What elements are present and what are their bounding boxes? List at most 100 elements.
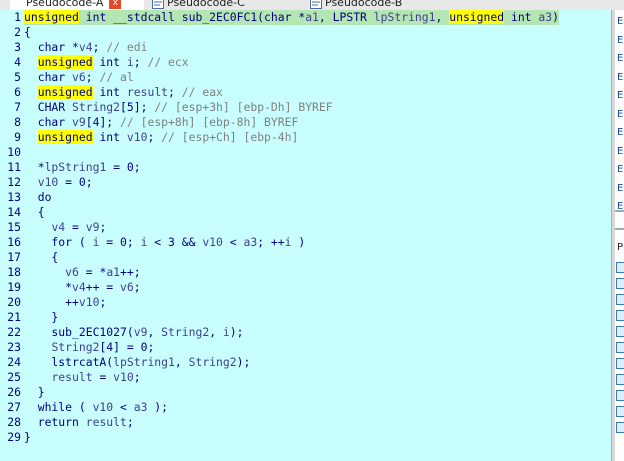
code-text: *lpString1 = 0; <box>24 160 141 174</box>
side-panel: EEEEEEEEEEE P <box>615 10 624 461</box>
code-line[interactable]: 6 unsigned int result; // eax <box>0 85 223 100</box>
tab-bar: Pseudocode-A x Pseudocode-C Pseudocode-B <box>0 0 624 10</box>
line-number: 16 <box>7 235 21 249</box>
code-line[interactable]: 18 v6 = *a1++; <box>0 265 140 280</box>
line-number: 15 <box>7 220 21 234</box>
pseudocode-icon <box>310 0 322 9</box>
code-line[interactable]: 5 char v6; // al <box>0 70 134 85</box>
code-line[interactable]: 13 do <box>0 190 51 205</box>
code-text: unsigned int v10; // [esp+Ch] [ebp-4h] <box>37 130 299 144</box>
panel-divider <box>615 210 624 212</box>
side-list-item[interactable]: E <box>617 16 623 27</box>
line-number: 14 <box>7 205 21 219</box>
code-text: { <box>24 25 31 39</box>
code-text: CHAR String2[5]; // [esp+3h] [ebp-Dh] BY… <box>24 100 333 114</box>
line-number: 27 <box>7 400 21 414</box>
item-icon[interactable] <box>616 326 624 337</box>
side-list-item[interactable]: E <box>617 53 623 64</box>
line-number: 12 <box>7 175 21 189</box>
code-line[interactable]: 8 char v9[4]; // [esp+8h] [ebp-8h] BYREF <box>0 115 298 130</box>
code-line[interactable]: 23 String2[4] = 0; <box>0 340 154 355</box>
code-line[interactable]: 25 result = v10; <box>0 370 140 385</box>
line-number: 29 <box>7 430 21 444</box>
line-number: 11 <box>7 160 21 174</box>
code-line[interactable]: 29} <box>0 430 31 445</box>
line-number: 9 <box>14 130 21 144</box>
code-text: v10 = 0; <box>37 175 93 189</box>
pseudocode-editor[interactable]: 1 unsigned int __stdcall sub_2EC0FC1(char… <box>0 10 611 461</box>
code-text: unsigned int __stdcall sub_2EC0FC1(char … <box>24 10 559 25</box>
item-icon[interactable] <box>616 262 624 273</box>
line-number: 17 <box>7 250 21 264</box>
code-text: v4 = v9; <box>51 220 107 234</box>
code-line[interactable]: 7 CHAR String2[5]; // [esp+3h] [ebp-Dh] … <box>0 100 333 115</box>
code-text: result = v10; <box>51 370 141 384</box>
line-number: 24 <box>7 355 21 369</box>
line-number: 26 <box>7 385 21 399</box>
pseudocode-icon <box>152 0 164 9</box>
tab-pseudocode-c[interactable]: Pseudocode-C <box>152 0 292 10</box>
side-list-item[interactable]: E <box>617 164 623 175</box>
side-list-item[interactable]: E <box>617 127 623 138</box>
code-line[interactable]: 28 return result; <box>0 415 133 430</box>
code-text: } <box>24 385 45 399</box>
item-icon[interactable] <box>616 406 624 417</box>
code-text: } <box>24 430 31 444</box>
side-list-item[interactable]: E <box>617 146 623 157</box>
line-number: 8 <box>14 115 21 129</box>
code-text: unsigned int result; // eax <box>37 85 223 99</box>
code-line[interactable]: 24 lstrcatA(lpString1, String2); <box>0 355 250 370</box>
code-line[interactable]: 2{ <box>0 25 31 40</box>
code-text: char v6; // al <box>24 70 134 84</box>
line-number: 5 <box>14 70 21 84</box>
line-number: 6 <box>14 85 21 99</box>
code-line[interactable]: 10 <box>0 145 21 160</box>
code-line[interactable]: 22 sub_2EC1027(v9, String2, i); <box>0 325 243 340</box>
item-icon[interactable] <box>616 342 624 353</box>
close-icon[interactable]: x <box>109 0 122 9</box>
code-text: { <box>24 205 45 219</box>
code-line[interactable]: 27 while ( v10 < a3 ); <box>0 400 168 415</box>
code-line[interactable]: 26 } <box>0 385 44 400</box>
item-icon[interactable] <box>616 294 624 305</box>
code-text: *v4++ = v6; <box>24 280 141 294</box>
code-line[interactable]: 20 ++v10; <box>0 295 106 310</box>
line-number: 7 <box>14 100 21 114</box>
item-icon[interactable] <box>616 374 624 385</box>
item-icon[interactable] <box>616 358 624 369</box>
tab-pseudocode-a[interactable]: Pseudocode-A x <box>10 0 144 10</box>
code-text: sub_2EC1027(v9, String2, i); <box>24 325 244 339</box>
line-number: 28 <box>7 415 21 429</box>
code-text: do <box>24 190 52 204</box>
code-text: { <box>24 250 59 264</box>
item-icon[interactable] <box>616 390 624 401</box>
item-icon[interactable] <box>616 278 624 289</box>
side-list-item[interactable]: E <box>617 109 623 120</box>
tab-pseudocode-b[interactable]: Pseudocode-B <box>310 0 450 10</box>
item-icon[interactable] <box>616 310 624 321</box>
code-line[interactable]: 11 *lpString1 = 0; <box>0 160 140 175</box>
code-line[interactable]: 4 unsigned int i; // ecx <box>0 55 189 70</box>
panel-heading: P <box>617 242 624 253</box>
line-number: 13 <box>7 190 21 204</box>
code-line[interactable]: 19 *v4++ = v6; <box>0 280 140 295</box>
code-line[interactable]: 3 char *v4; // edi <box>0 40 147 55</box>
side-list-item[interactable]: E <box>617 35 623 46</box>
code-line[interactable]: 1 unsigned int __stdcall sub_2EC0FC1(char… <box>0 10 559 25</box>
code-line[interactable]: 12 v10 = 0; <box>0 175 92 190</box>
side-list-item[interactable]: E <box>617 72 623 83</box>
code-line[interactable]: 21 } <box>0 310 58 325</box>
code-text: ++v10; <box>24 295 107 309</box>
code-text: unsigned int i; // ecx <box>37 55 189 69</box>
code-line[interactable]: 17 { <box>0 250 58 265</box>
side-list-item[interactable]: E <box>617 183 623 194</box>
code-text: } <box>24 310 59 324</box>
line-number: 4 <box>14 55 21 69</box>
code-line[interactable]: 16 for ( i = 0; i < 3 && v10 < a3; ++i ) <box>0 235 305 250</box>
line-number: 23 <box>7 340 21 354</box>
side-list-item[interactable]: E <box>617 90 623 101</box>
item-icon[interactable] <box>616 422 624 433</box>
code-line[interactable]: 15 v4 = v9; <box>0 220 106 235</box>
code-line[interactable]: 14 { <box>0 205 44 220</box>
code-line[interactable]: 9 unsigned int v10; // [esp+Ch] [ebp-4h] <box>0 130 298 145</box>
